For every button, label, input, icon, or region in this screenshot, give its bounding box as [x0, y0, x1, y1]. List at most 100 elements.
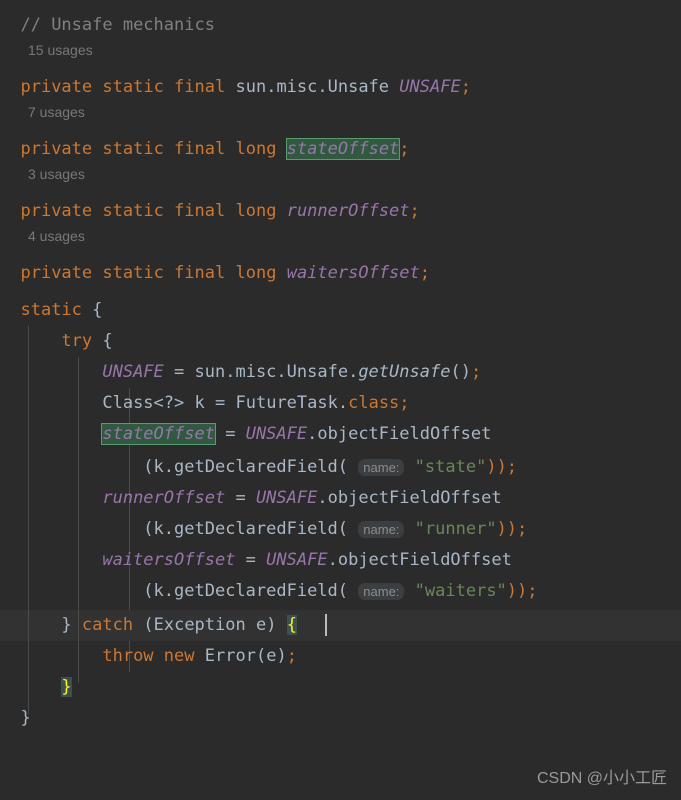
token-equals: =: [215, 393, 226, 413]
inlay-hint-name[interactable]: name:: [358, 459, 405, 476]
token-keyword-final: final: [174, 201, 226, 221]
token-equals: =: [245, 550, 256, 570]
token-keyword-long: long: [235, 201, 277, 221]
token-close-paren-paren-semi: ));: [496, 519, 528, 539]
token-paren-open: (: [337, 581, 349, 601]
code-line-try[interactable]: try {: [0, 326, 681, 357]
token-semicolon: ;: [399, 393, 410, 413]
code-line-field-unsafe[interactable]: private static final sun.misc.Unsafe UNS…: [0, 72, 681, 103]
usages-hint-waiters-offset[interactable]: 4 usages: [28, 221, 85, 252]
code-line-field-runner-offset[interactable]: private static final long runnerOffset;: [0, 196, 681, 227]
code-line-field-state-offset[interactable]: private static final long stateOffset;: [0, 134, 681, 165]
token-semicolon: ;: [286, 646, 297, 666]
token-keyword-long: long: [235, 263, 277, 283]
token-paren-open: (: [337, 519, 349, 539]
code-line-assign-runner-offset[interactable]: runnerOffset = UNSAFE.objectFieldOffset: [0, 483, 681, 514]
token-semicolon: ;: [460, 77, 471, 97]
token-dot: .: [317, 488, 328, 508]
token-string-runner: "runner": [414, 519, 497, 539]
inlay-hint-name[interactable]: name:: [358, 583, 405, 600]
token-field-unsafe: UNSAFE: [399, 77, 461, 97]
watermark: CSDN @小小工匠: [536, 770, 667, 787]
token-brace-open: {: [102, 331, 113, 351]
code-line-comment[interactable]: // Unsafe mechanics: [0, 10, 681, 41]
code-line-assign-waiters-offset[interactable]: waitersOffset = UNSAFE.objectFieldOffset: [0, 545, 681, 576]
token-method-get-declared-field: k.getDeclaredField: [153, 519, 338, 539]
token-type-exception: Exception: [153, 615, 246, 635]
token-string-state: "state": [414, 457, 487, 477]
token-brace-close: }: [20, 708, 31, 728]
token-paren-open: (: [143, 457, 154, 477]
token-keyword-final: final: [174, 263, 226, 283]
token-keyword-final: final: [174, 139, 226, 159]
code-line-declare-k[interactable]: Class<?> k = FutureTask.class;: [0, 388, 681, 419]
token-brace-close: }: [61, 615, 72, 635]
token-field-state-offset-highlighted: stateOffset: [101, 423, 216, 445]
code-line-assign-state-offset[interactable]: stateOffset = UNSAFE.objectFieldOffset: [0, 419, 681, 450]
token-paren-open: (: [337, 457, 349, 477]
token-brace-open: {: [92, 300, 103, 320]
token-keyword-static: static: [102, 139, 164, 159]
code-line-get-declared-field-waiters[interactable]: (k.getDeclaredField( name: "waiters"));: [0, 576, 681, 607]
token-dot: .: [307, 424, 318, 444]
token-field-unsafe: UNSAFE: [245, 424, 308, 444]
token-paren-close: ): [266, 615, 277, 635]
token-field-unsafe: UNSAFE: [266, 550, 328, 570]
token-type-unsafe: sun.misc.Unsafe: [194, 362, 349, 382]
code-line-assign-unsafe[interactable]: UNSAFE = sun.misc.Unsafe.getUnsafe();: [0, 357, 681, 388]
token-keyword-static: static: [20, 300, 82, 320]
token-field-waiters-offset: waitersOffset: [286, 263, 420, 283]
token-type-unsafe: sun.misc.Unsafe: [235, 77, 390, 97]
token-paren-open: (: [450, 362, 461, 382]
token-field-runner-offset: runnerOffset: [286, 201, 410, 221]
token-string-waiters: "waiters": [414, 581, 507, 601]
token-keyword-private: private: [20, 263, 93, 283]
token-var-e: e: [255, 615, 267, 635]
code-line-catch[interactable]: } catch (Exception e) {: [0, 610, 681, 641]
token-close-paren-paren-semi: ));: [486, 457, 518, 477]
token-comment: // Unsafe mechanics: [20, 15, 215, 35]
token-type-future-task: FutureTask: [235, 393, 338, 413]
token-type-class-wildcard: Class<?>: [102, 393, 185, 413]
code-line-static-block[interactable]: static {: [0, 295, 681, 326]
token-method-object-field-offset: objectFieldOffset: [337, 550, 512, 570]
inlay-hint-name[interactable]: name:: [358, 521, 405, 538]
token-keyword-catch: catch: [81, 615, 134, 635]
token-dot: .: [327, 550, 338, 570]
token-var-k: k: [194, 393, 205, 413]
usages-hint-unsafe[interactable]: 15 usages: [28, 35, 93, 66]
token-keyword-static: static: [102, 263, 164, 283]
token-keyword-static: static: [102, 201, 164, 221]
token-equals: =: [225, 424, 236, 444]
code-editor[interactable]: // Unsafe mechanics 15 usages private st…: [0, 0, 681, 800]
token-dot: .: [348, 362, 359, 382]
token-field-unsafe: UNSAFE: [255, 488, 318, 508]
token-keyword-new: new: [163, 646, 195, 666]
token-keyword-try: try: [61, 331, 93, 351]
token-close-paren-paren-semi: ));: [506, 581, 538, 601]
token-brace-close-matched: }: [61, 677, 72, 697]
code-line-close-try[interactable]: }: [0, 672, 681, 703]
code-line-get-declared-field-state[interactable]: (k.getDeclaredField( name: "state"));: [0, 452, 681, 483]
token-keyword-class: class: [348, 393, 400, 413]
token-dot: .: [337, 393, 349, 413]
text-caret: [325, 614, 327, 636]
token-equals: =: [174, 362, 185, 382]
code-line-close-static[interactable]: }: [0, 703, 681, 734]
token-method-get-declared-field: k.getDeclaredField: [153, 581, 338, 601]
token-method-object-field-offset: objectFieldOffset: [317, 424, 492, 444]
token-paren-open: (: [143, 519, 154, 539]
token-keyword-private: private: [20, 77, 93, 97]
code-line-get-declared-field-runner[interactable]: (k.getDeclaredField( name: "runner"));: [0, 514, 681, 545]
token-brace-open-matched: {: [286, 615, 297, 635]
usages-hint-state-offset[interactable]: 7 usages: [28, 97, 85, 128]
code-line-throw[interactable]: throw new Error(e);: [0, 641, 681, 672]
token-type-error: Error: [204, 646, 256, 666]
token-method-get-declared-field: k.getDeclaredField: [153, 457, 338, 477]
code-line-field-waiters-offset[interactable]: private static final long waitersOffset;: [0, 258, 681, 289]
token-field-waiters-offset: waitersOffset: [102, 550, 236, 570]
usages-hint-runner-offset[interactable]: 3 usages: [28, 159, 85, 190]
token-keyword-static: static: [102, 77, 164, 97]
token-method-object-field-offset: objectFieldOffset: [327, 488, 502, 508]
token-field-unsafe: UNSAFE: [102, 362, 164, 382]
